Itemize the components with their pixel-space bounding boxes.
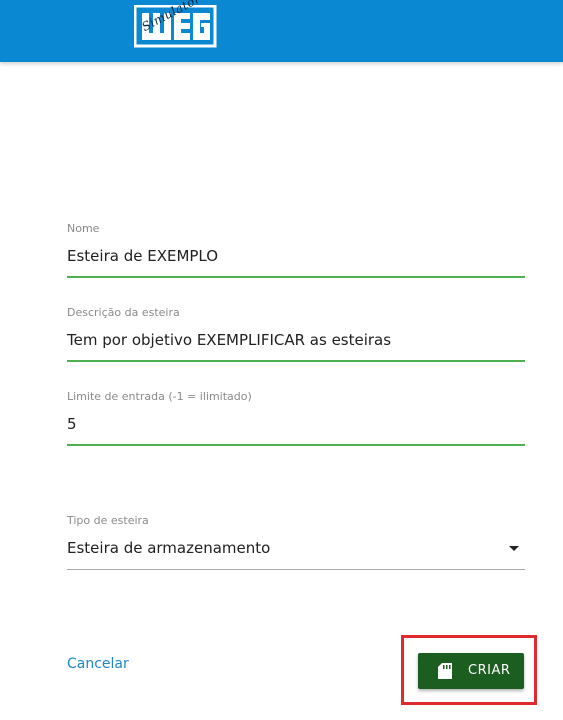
create-button-label: CRIAR <box>468 663 511 678</box>
description-input[interactable]: Tem por objetivo EXEMPLIFICAR as esteira… <box>67 331 391 349</box>
description-field-underline <box>67 360 525 362</box>
input-limit-field-underline <box>67 444 525 446</box>
create-button[interactable]: CRIAR <box>418 653 524 689</box>
conveyor-type-label: Tipo de esteira <box>67 514 149 527</box>
conveyor-type-underline <box>67 569 525 570</box>
name-field-label: Nome <box>67 222 100 235</box>
input-limit-input[interactable]: 5 <box>67 415 77 433</box>
cancel-button[interactable]: Cancelar <box>67 656 129 672</box>
name-field-underline <box>67 276 525 278</box>
name-input[interactable]: Esteira de EXEMPLO <box>67 247 218 265</box>
input-limit-field-label: Limite de entrada (-1 = ilimitado) <box>67 390 252 403</box>
conveyor-type-value[interactable]: Esteira de armazenamento <box>67 539 270 557</box>
app-header: Simulator <box>0 0 563 62</box>
arrow-drop-down-icon[interactable] <box>509 546 519 551</box>
description-field-label: Descrição da esteira <box>67 306 180 319</box>
sd-card-icon <box>438 663 452 679</box>
